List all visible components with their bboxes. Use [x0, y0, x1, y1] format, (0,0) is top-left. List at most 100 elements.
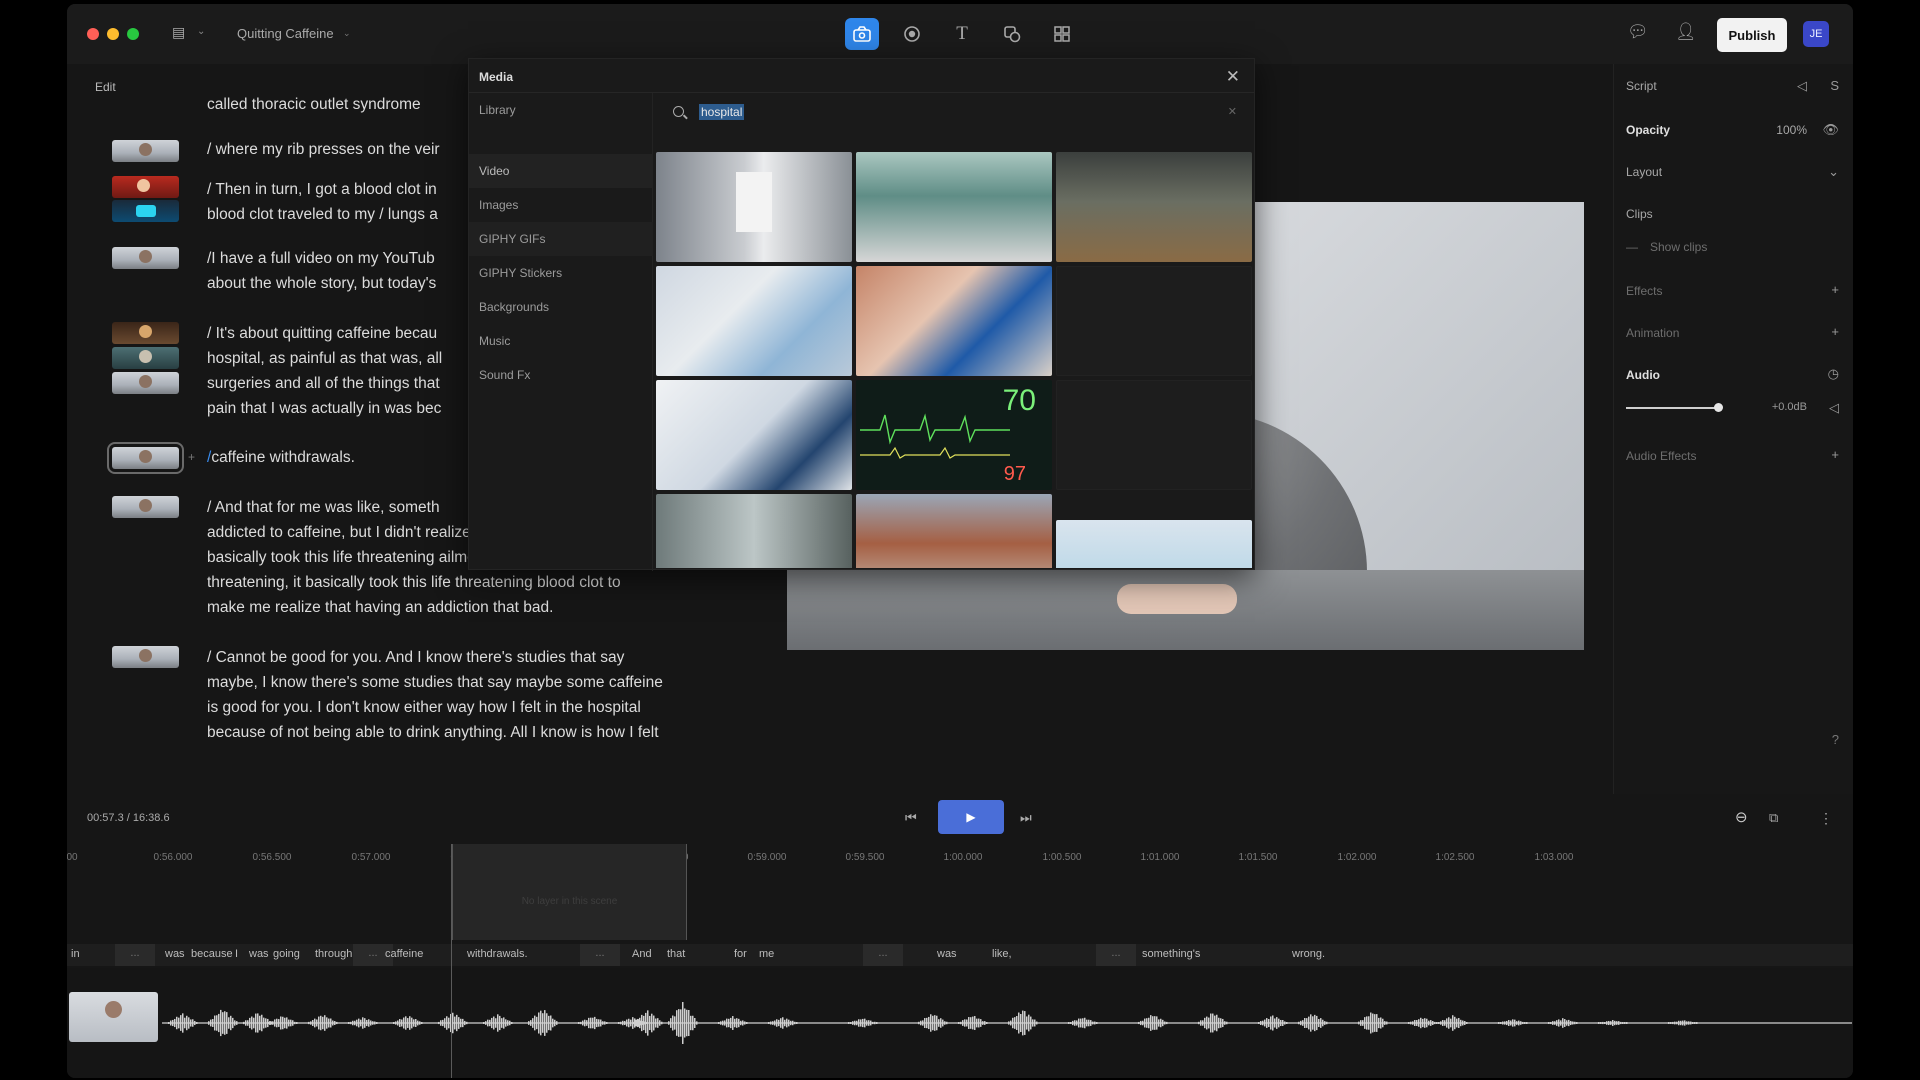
- scene-thumbnail[interactable]: [112, 176, 179, 198]
- script-line[interactable]: because of not being able to drink anyth…: [207, 720, 727, 745]
- chevron-down-icon[interactable]: ⌄: [197, 26, 205, 37]
- script-line[interactable]: make me realize that having an addiction…: [207, 595, 727, 620]
- media-nav-video[interactable]: Video: [469, 154, 653, 188]
- media-result-tile[interactable]: [856, 152, 1052, 262]
- maximize-window-button[interactable]: [127, 28, 139, 40]
- help-button[interactable]: ?: [1832, 732, 1839, 747]
- edit-menu-label[interactable]: Edit: [95, 80, 116, 94]
- play-button[interactable]: ▶: [938, 800, 1004, 834]
- publish-button[interactable]: Publish: [1717, 18, 1787, 52]
- layout-label[interactable]: Layout: [1626, 165, 1662, 179]
- scene-thumbnail[interactable]: [112, 247, 179, 269]
- media-result-tile[interactable]: [656, 266, 852, 376]
- media-nav-images[interactable]: Images: [469, 188, 653, 222]
- skip-forward-icon[interactable]: ⏭︎: [1020, 810, 1032, 826]
- transcript-word[interactable]: was: [249, 948, 269, 960]
- media-nav-giphy-stickers[interactable]: GIPHY Stickers: [469, 256, 653, 290]
- transcript-word[interactable]: was: [937, 948, 957, 960]
- scene-thumbnail[interactable]: [112, 200, 179, 222]
- transcript-word[interactable]: for: [734, 948, 747, 960]
- media-result-tile[interactable]: [656, 494, 852, 568]
- project-title[interactable]: Quitting Caffeine: [237, 26, 334, 41]
- media-nav-music[interactable]: Music: [469, 324, 653, 358]
- minimize-window-button[interactable]: [107, 28, 119, 40]
- audio-volume-handle[interactable]: [1714, 403, 1723, 412]
- timeline-ruler[interactable]: 000:56.0000:56.5000:57.0000:57.5000:58.0…: [67, 844, 1853, 868]
- media-nav-sound-fx[interactable]: Sound Fx: [469, 358, 653, 392]
- word-gap[interactable]: ...: [863, 944, 903, 966]
- zoom-out-icon[interactable]: ⊖: [1735, 808, 1748, 826]
- chevron-down-icon[interactable]: ⌄: [1828, 164, 1839, 180]
- search-input[interactable]: hospital: [699, 104, 745, 120]
- media-result-tile[interactable]: [656, 380, 852, 490]
- media-result-tile[interactable]: [856, 494, 1052, 568]
- transcript-word[interactable]: in: [71, 948, 80, 960]
- add-audio-effect-icon[interactable]: +: [1831, 447, 1839, 462]
- close-window-button[interactable]: [87, 28, 99, 40]
- chevron-down-icon[interactable]: ⌄: [343, 28, 351, 39]
- timeline-selection[interactable]: No layer in this scene: [452, 844, 687, 940]
- scene-thumbnail[interactable]: [112, 140, 179, 162]
- timeline[interactable]: 000:56.0000:56.5000:57.0000:57.5000:58.0…: [67, 844, 1853, 1078]
- word-gap[interactable]: ...: [580, 944, 620, 966]
- transcript-word[interactable]: withdrawals.: [467, 948, 528, 960]
- media-result-tile[interactable]: [856, 266, 1052, 376]
- add-effect-icon[interactable]: +: [1831, 282, 1839, 297]
- scene-thumbnail[interactable]: [112, 347, 179, 369]
- speaker-icon[interactable]: ◁: [1829, 400, 1839, 416]
- avatar[interactable]: JE: [1803, 21, 1829, 47]
- transcript-word[interactable]: through: [315, 948, 352, 960]
- audio-volume-slider[interactable]: [1626, 407, 1716, 409]
- media-nav-library[interactable]: Library: [469, 93, 653, 127]
- script-line[interactable]: threatening, it basically took this life…: [207, 570, 727, 595]
- media-result-tile[interactable]: [1056, 152, 1252, 262]
- scene-thumbnail[interactable]: [112, 496, 179, 518]
- script-line[interactable]: is good for you. I don't know either way…: [207, 695, 727, 720]
- eye-icon[interactable]: 👁︎: [1822, 122, 1839, 138]
- transcript-word-track[interactable]: in... was because Iwas going through... caffei…: [67, 944, 1853, 966]
- transcript-word[interactable]: that: [667, 948, 685, 960]
- add-animation-icon[interactable]: +: [1831, 324, 1839, 339]
- media-nav-giphy-gifs[interactable]: GIPHY GIFs: [469, 222, 653, 256]
- text-tool-button[interactable]: T: [945, 18, 979, 50]
- audio-track[interactable]: [67, 968, 1853, 1078]
- media-result-tile[interactable]: 70 97: [856, 380, 1052, 490]
- scene-thumbnail[interactable]: [112, 322, 179, 344]
- script-line[interactable]: / Cannot be good for you. And I know the…: [207, 645, 727, 670]
- transcript-word[interactable]: wrong.: [1292, 948, 1325, 960]
- media-result-tile[interactable]: [1056, 520, 1252, 568]
- word-gap[interactable]: ...: [115, 944, 155, 966]
- media-tool-button[interactable]: [845, 18, 879, 50]
- script-line[interactable]: maybe, I know there's some studies that …: [207, 670, 727, 695]
- close-icon[interactable]: ✕: [1226, 67, 1240, 87]
- transcript-word[interactable]: because: [191, 948, 233, 960]
- show-clips-toggle[interactable]: Show clips: [1650, 240, 1707, 254]
- opacity-value[interactable]: 100%: [1776, 123, 1807, 137]
- transcript-word[interactable]: something's: [1142, 948, 1200, 960]
- transcript-word[interactable]: like,: [992, 948, 1012, 960]
- media-result-tile[interactable]: [656, 152, 852, 262]
- speaker-mute-icon[interactable]: ◁: [1797, 78, 1807, 94]
- project-menu-icon[interactable]: ▤: [172, 24, 190, 42]
- skip-back-icon[interactable]: ⏮︎: [905, 810, 917, 826]
- media-search-bar[interactable]: hospital ✕: [659, 97, 1249, 129]
- scene-thumbnail[interactable]: [112, 372, 179, 394]
- transcript-word[interactable]: me: [759, 948, 774, 960]
- timeline-layout-icon[interactable]: ⧉: [1769, 810, 1778, 826]
- transcript-word[interactable]: going: [273, 948, 300, 960]
- minus-icon[interactable]: —: [1626, 240, 1638, 254]
- media-nav-backgrounds[interactable]: Backgrounds: [469, 290, 653, 324]
- playhead[interactable]: [451, 844, 452, 1078]
- scene-thumbnail[interactable]: [112, 646, 179, 668]
- transcript-word[interactable]: was: [165, 948, 185, 960]
- transcript-word[interactable]: I: [235, 948, 238, 960]
- transcript-word[interactable]: caffeine: [385, 948, 423, 960]
- more-options-icon[interactable]: ⋮: [1819, 810, 1833, 827]
- word-gap[interactable]: ...: [1096, 944, 1136, 966]
- comment-icon[interactable]: 💬︎: [1627, 22, 1649, 42]
- clear-search-icon[interactable]: ✕: [1228, 105, 1237, 118]
- record-tool-button[interactable]: [895, 18, 929, 50]
- script-s-icon[interactable]: S: [1830, 78, 1839, 93]
- share-user-icon[interactable]: 👤︎: [1675, 22, 1697, 42]
- add-scene-icon[interactable]: +: [188, 450, 195, 464]
